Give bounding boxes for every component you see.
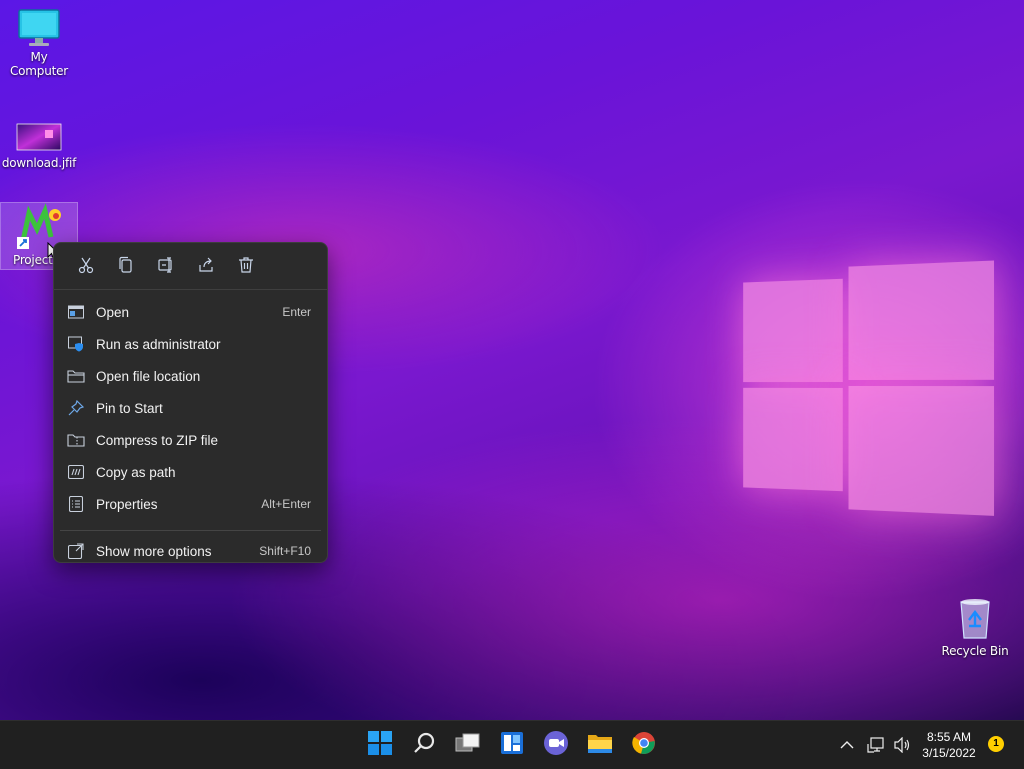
taskbar: 8:55 AM 3/15/2022 — [0, 720, 1024, 769]
share-button[interactable] — [186, 250, 226, 282]
recycle-bin-icon — [955, 596, 995, 642]
desktop-icon-download-jfif[interactable]: download.jfif — [0, 118, 78, 170]
menu-item-label: Open file location — [96, 368, 201, 384]
cut-button[interactable] — [66, 250, 106, 282]
cut-icon — [77, 256, 95, 277]
widgets-icon — [500, 731, 524, 759]
more-options-icon — [66, 541, 86, 561]
menu-item-label: Open — [96, 304, 130, 320]
menu-item-shortcut: Alt+Enter — [261, 497, 311, 511]
menu-item-label: Compress to ZIP file — [96, 432, 219, 448]
clock-time: 8:55 AM — [926, 730, 972, 744]
file-explorer-button[interactable] — [584, 729, 616, 761]
network-icon[interactable] — [862, 737, 890, 753]
context-menu: Open Enter Run as administrator Open fil… — [53, 242, 328, 563]
context-menu-divider — [60, 530, 321, 531]
monitor-icon — [17, 8, 61, 48]
desktop-icon-my-computer[interactable]: My Computer — [0, 8, 78, 78]
widgets-button[interactable] — [496, 729, 528, 761]
path-icon — [66, 462, 86, 482]
menu-item-compress-to-zip[interactable]: Compress to ZIP file — [54, 424, 327, 456]
zip-icon — [66, 430, 86, 450]
folder-icon — [66, 366, 86, 386]
menu-item-open[interactable]: Open Enter — [54, 296, 327, 328]
pin-icon — [66, 398, 86, 418]
copy-button[interactable] — [106, 250, 146, 282]
system-tray — [836, 721, 914, 769]
notification-badge[interactable]: 1 — [988, 736, 1004, 752]
delete-button[interactable] — [226, 250, 266, 282]
properties-icon — [66, 494, 86, 514]
image-file-icon — [15, 118, 63, 154]
start-button[interactable] — [364, 729, 396, 761]
context-menu-toolbar — [54, 243, 327, 289]
menu-item-show-more-options[interactable]: Show more options Shift+F10 — [54, 535, 327, 567]
menu-item-properties[interactable]: Properties Alt+Enter — [54, 488, 327, 520]
menu-item-label: Pin to Start — [96, 400, 163, 416]
delete-icon — [237, 256, 255, 277]
menu-item-label: Run as administrator — [96, 336, 221, 352]
menu-item-open-file-location[interactable]: Open file location — [54, 360, 327, 392]
menu-item-label: Properties — [96, 496, 158, 512]
search-button[interactable] — [408, 729, 440, 761]
desktop-icon-label: Recycle Bin — [941, 644, 1009, 658]
share-icon — [197, 256, 215, 277]
clock[interactable]: 8:55 AM 3/15/2022 — [914, 729, 984, 761]
search-icon — [412, 731, 436, 759]
task-view-icon — [455, 732, 481, 758]
copy-icon — [117, 256, 135, 277]
task-view-button[interactable] — [452, 729, 484, 761]
menu-item-run-as-administrator[interactable]: Run as administrator — [54, 328, 327, 360]
chrome-button[interactable] — [628, 729, 660, 761]
file-explorer-icon — [587, 732, 613, 758]
menu-item-label: Copy as path — [96, 464, 176, 480]
volume-icon[interactable] — [890, 737, 914, 753]
menu-item-pin-to-start[interactable]: Pin to Start — [54, 392, 327, 424]
desktop-icon-label: download.jfif — [1, 156, 77, 170]
rename-button[interactable] — [146, 250, 186, 282]
chrome-icon — [632, 731, 656, 759]
menu-item-shortcut: Enter — [282, 305, 311, 319]
shield-icon — [66, 334, 86, 354]
chevron-up-icon[interactable] — [836, 740, 858, 750]
wallpaper-windows-logo — [743, 250, 995, 518]
menu-item-shortcut: Shift+F10 — [259, 544, 311, 558]
desktop-icon-label: My Computer — [9, 50, 69, 78]
clock-date: 3/15/2022 — [922, 746, 976, 760]
rename-icon — [157, 256, 175, 277]
menu-item-label: Show more options — [96, 543, 212, 559]
chat-button[interactable] — [540, 729, 572, 761]
open-icon — [66, 302, 86, 322]
desktop-icon-recycle-bin[interactable]: Recycle Bin — [936, 596, 1014, 658]
start-icon — [368, 731, 392, 759]
chat-icon — [543, 730, 569, 760]
menu-item-copy-as-path[interactable]: Copy as path — [54, 456, 327, 488]
